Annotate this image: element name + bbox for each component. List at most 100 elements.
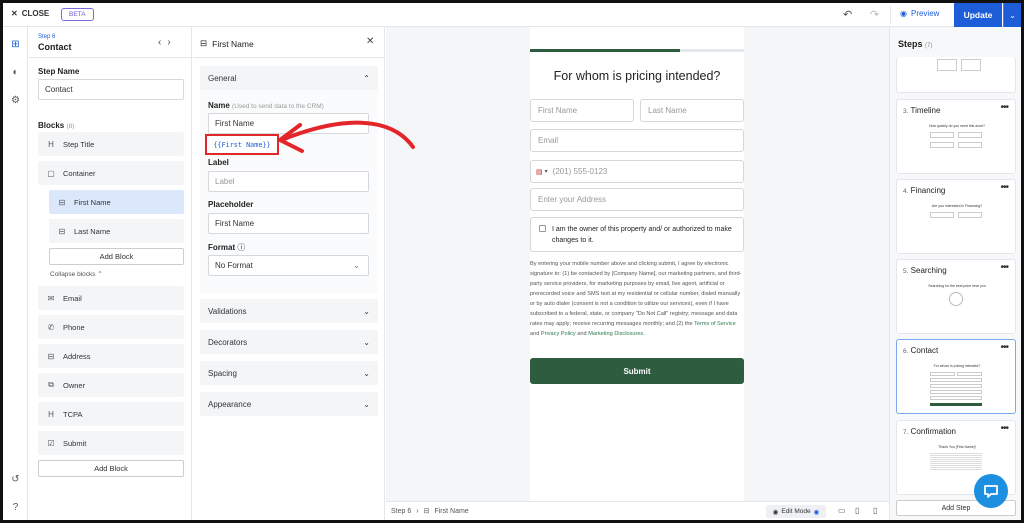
- breadcrumb: Step 6 › ⊟ First Name: [391, 507, 469, 516]
- email-field[interactable]: Email: [530, 129, 744, 152]
- placeholder-input[interactable]: First Name: [208, 213, 369, 234]
- mini-option: [930, 384, 982, 388]
- update-dropdown-chevron-icon[interactable]: ⌄: [1003, 3, 1021, 27]
- legal-text: By entering your mobile number above and…: [530, 261, 742, 337]
- phone-field[interactable]: ▤ ▾ (201) 555-0123: [530, 160, 744, 183]
- edit-mode-toggle[interactable]: ◉ Edit Mode ◉: [766, 505, 826, 518]
- step-card-searching[interactable]: 5. Searching ••• Searching for the best …: [896, 259, 1016, 334]
- block-phone[interactable]: ✆ Phone: [38, 315, 184, 339]
- submit-button[interactable]: Submit: [530, 358, 744, 384]
- block-label: Owner: [63, 380, 86, 390]
- step-card-name: 6. Contact: [903, 346, 939, 355]
- step-card-financing[interactable]: 4. Financing ••• Are you Interested in F…: [896, 179, 1016, 254]
- section-label: Validations: [208, 306, 247, 316]
- block-submit[interactable]: ☑ Submit: [38, 431, 184, 455]
- section-label: Appearance: [208, 399, 252, 409]
- preview-label: Preview: [910, 9, 940, 18]
- block-address[interactable]: ⊟ Address: [38, 344, 184, 368]
- block-owner[interactable]: ⧉ Owner: [38, 373, 184, 397]
- first-name-field[interactable]: First Name: [530, 99, 634, 122]
- block-first-name[interactable]: ⊟ First Name: [49, 190, 184, 214]
- add-block-button[interactable]: Add Block: [38, 460, 184, 477]
- more-icon[interactable]: •••: [1000, 262, 1008, 273]
- step-nav-arrows[interactable]: ‹›: [158, 37, 177, 48]
- address-field[interactable]: Enter your Address: [530, 188, 744, 211]
- block-email[interactable]: ✉ Email: [38, 286, 184, 310]
- close-icon[interactable]: ✕: [366, 36, 374, 47]
- block-label: TCPA: [63, 409, 83, 419]
- breadcrumb-field[interactable]: First Name: [434, 508, 468, 515]
- block-container[interactable]: ▢ Container: [38, 161, 184, 185]
- marketing-link[interactable]: Marketing Disclosures: [588, 331, 643, 337]
- owner-checkbox[interactable]: [539, 225, 546, 232]
- undo-icon[interactable]: ↶: [843, 8, 852, 21]
- last-name-field[interactable]: Last Name: [640, 99, 744, 122]
- more-icon[interactable]: •••: [1000, 102, 1008, 113]
- placeholder-label: Placeholder: [208, 200, 254, 209]
- checkbox-icon: ☑: [47, 438, 55, 448]
- owner-consent-box[interactable]: I am the owner of this property and/ or …: [530, 217, 744, 252]
- section-general[interactable]: General ⌃: [200, 66, 378, 90]
- close-button[interactable]: ✕ CLOSE: [11, 9, 49, 18]
- section-appearance[interactable]: Appearance ⌄: [200, 392, 378, 416]
- chevron-up-icon: ⌃: [97, 271, 103, 278]
- step-card-name: 4. Financing: [903, 186, 946, 195]
- blocks-icon[interactable]: ⊞: [9, 38, 22, 51]
- terms-link[interactable]: Terms of Service: [694, 321, 736, 327]
- privacy-link[interactable]: Privacy Policy: [541, 331, 576, 337]
- block-label: Step Title: [63, 139, 95, 149]
- step-card-2[interactable]: [896, 57, 1016, 93]
- redo-icon[interactable]: ↷: [870, 8, 879, 21]
- more-icon[interactable]: •••: [1000, 423, 1008, 434]
- chat-support-button[interactable]: [974, 474, 1008, 508]
- mini-option: [930, 372, 955, 376]
- preview-button[interactable]: ◉ Preview: [900, 9, 939, 18]
- help-icon[interactable]: ?: [9, 501, 22, 514]
- step-name-input[interactable]: Contact: [38, 79, 184, 100]
- chevron-down-icon: ⌄: [363, 399, 370, 409]
- more-icon[interactable]: •••: [1000, 342, 1008, 353]
- chevron-left-icon[interactable]: ‹: [158, 37, 167, 48]
- text-field-icon: ⊟: [58, 197, 66, 207]
- bottom-bar: Step 6 › ⊟ First Name ◉ Edit Mode ◉ ▭ ▯ ▯: [386, 501, 889, 520]
- palette-icon[interactable]: ◐: [9, 66, 22, 79]
- form-preview-area: For whom is pricing intended? First Name…: [386, 27, 889, 501]
- block-step-title[interactable]: H Step Title: [38, 132, 184, 156]
- mini-option: [930, 396, 982, 400]
- chevron-down-icon: ⌄: [363, 368, 370, 378]
- mobile-icon[interactable]: ▯: [873, 506, 877, 515]
- block-tcpa[interactable]: H TCPA: [38, 402, 184, 426]
- chevron-up-icon: ⌃: [363, 73, 370, 83]
- add-block-inner-button[interactable]: Add Block: [49, 248, 184, 265]
- collapse-blocks-button[interactable]: Collapse blocks ⌃: [50, 270, 103, 278]
- mini-option: [958, 132, 982, 138]
- text-field-icon: ⊟: [200, 38, 208, 48]
- flag-icon[interactable]: ▤: [536, 168, 543, 176]
- more-icon[interactable]: •••: [1000, 182, 1008, 193]
- gear-icon[interactable]: ⚙: [9, 94, 22, 107]
- step-card-timeline[interactable]: 3. Timeline ••• How quickly do you need …: [896, 99, 1016, 174]
- block-label: Last Name: [74, 226, 111, 236]
- heading-icon: H: [48, 139, 54, 149]
- step-card-name: 3. Timeline: [903, 106, 941, 115]
- chevron-right-icon[interactable]: ›: [167, 37, 176, 48]
- address-icon: ⊟: [47, 351, 55, 361]
- section-validations[interactable]: Validations ⌄: [200, 299, 378, 323]
- left-rail: ⊞ ◐ ⚙ ↺ ?: [3, 27, 28, 520]
- step-card-contact[interactable]: 6. Contact ••• For whom is pricing inten…: [896, 339, 1016, 414]
- history-icon[interactable]: ↺: [9, 473, 22, 486]
- tablet-icon[interactable]: ▯: [855, 506, 859, 515]
- section-decorators[interactable]: Decorators ⌄: [200, 330, 378, 354]
- divider: [890, 6, 891, 24]
- breadcrumb-step[interactable]: Step 6: [391, 508, 411, 515]
- section-label: General: [208, 73, 237, 83]
- mini-option: [930, 212, 954, 218]
- edit-mode-label: Edit Mode: [781, 508, 811, 515]
- format-label: Format ⓘ: [208, 243, 246, 252]
- format-select[interactable]: No Format ⌄: [208, 255, 369, 276]
- update-button[interactable]: Update: [954, 3, 1002, 27]
- section-spacing[interactable]: Spacing ⌄: [200, 361, 378, 385]
- block-last-name[interactable]: ⊟ Last Name: [49, 219, 184, 243]
- desktop-icon[interactable]: ▭: [838, 506, 846, 515]
- mini-option: [957, 372, 982, 376]
